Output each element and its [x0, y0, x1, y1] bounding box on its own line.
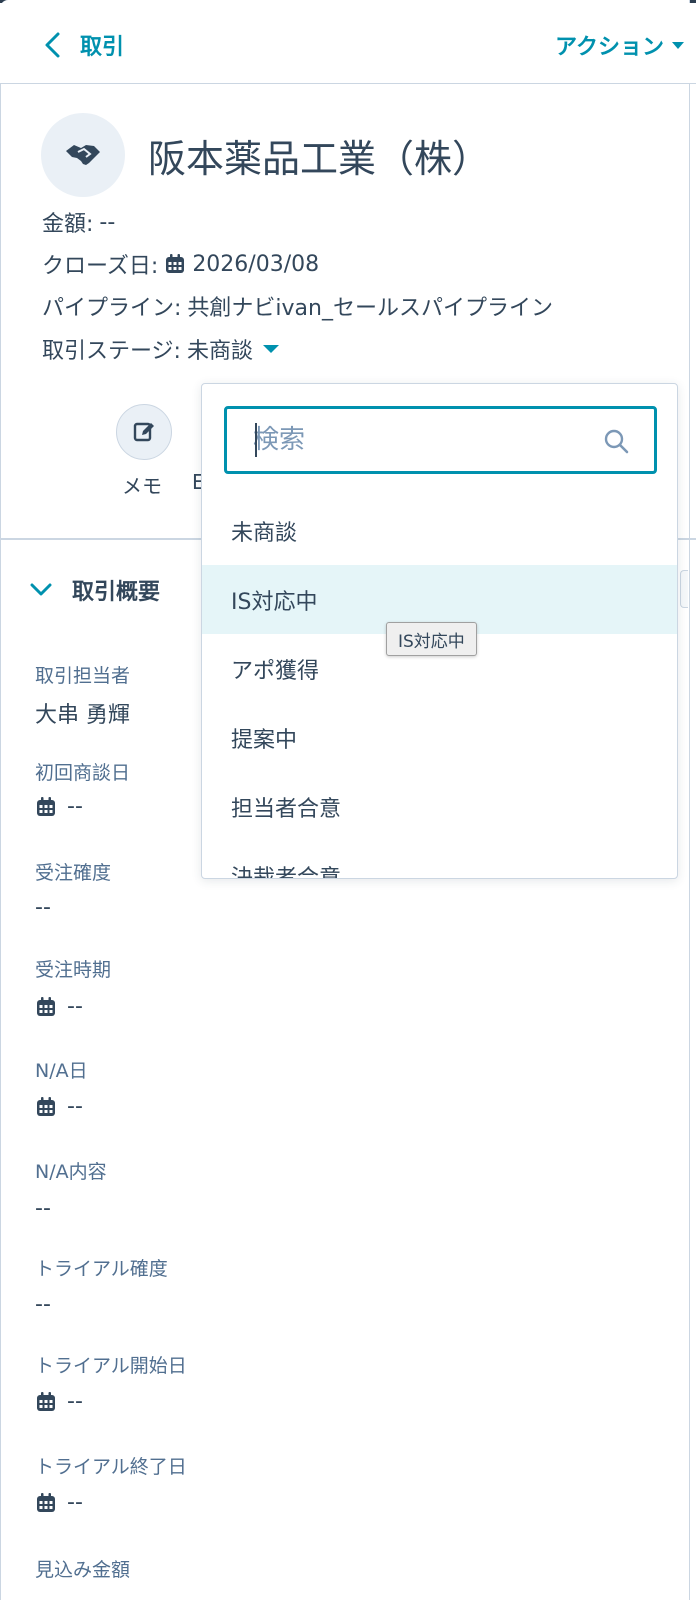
owner-value: 大串 勇輝: [35, 703, 130, 728]
option-tooltip: IS対応中: [386, 622, 477, 656]
pipeline-property: パイプライン: 共創ナビivan_セールスパイプライン: [42, 290, 553, 322]
field-value-owner[interactable]: 大串 勇輝: [35, 697, 130, 729]
stage-option[interactable]: 決裁者合意: [202, 841, 677, 879]
field-label-first-meeting: 初回商談日: [35, 762, 131, 784]
field-label-win-probability: 受注確度: [35, 862, 112, 884]
section-action-button-edge[interactable]: [680, 570, 688, 608]
calendar-icon: [37, 1391, 55, 1411]
memo-label: メモ: [122, 474, 162, 498]
field-value-trial-start[interactable]: --: [35, 1389, 83, 1414]
stage-label: 取引ステージ:: [42, 339, 181, 364]
pipeline-label: パイプライン:: [42, 296, 182, 321]
amount-value[interactable]: --: [99, 210, 115, 235]
calendar-icon: [37, 1492, 55, 1512]
stage-search-input[interactable]: [227, 415, 587, 465]
na-date-value: --: [67, 1094, 83, 1119]
record-title: 阪本薬品工業（株）: [148, 137, 491, 181]
edit-note-icon: [133, 422, 154, 442]
calendar-icon: [37, 1096, 55, 1116]
stage-options-list: 未商談 IS対応中 アポ獲得 提案中 担当者合意 決裁者合意: [202, 496, 677, 879]
field-value-first-meeting[interactable]: --: [35, 794, 83, 819]
win-probability-value: --: [35, 895, 51, 920]
trial-start-value: --: [67, 1389, 83, 1414]
chevron-left-icon: [45, 32, 60, 58]
stage-value[interactable]: 未商談: [187, 333, 253, 365]
field-label-owner: 取引担当者: [35, 665, 131, 687]
section-title: 取引概要: [72, 580, 161, 605]
win-period-value: --: [67, 994, 83, 1019]
close-date-label: クローズ日:: [42, 254, 159, 279]
actions-menu-button[interactable]: アクション: [555, 25, 684, 65]
caret-down-icon: [672, 41, 684, 49]
field-label-trial-probability: トライアル確度: [35, 1258, 168, 1280]
close-date-value[interactable]: 2026/03/08: [192, 252, 319, 277]
field-label-na-date: N/A日: [35, 1060, 88, 1082]
chevron-down-icon: [30, 583, 52, 596]
text-cursor: [255, 423, 257, 457]
stage-search-box[interactable]: [224, 406, 657, 474]
panel-header: 取引 アクション: [0, 3, 696, 84]
back-to-deals-link[interactable]: 取引: [42, 25, 124, 65]
field-label-win-period: 受注時期: [35, 959, 112, 981]
calendar-icon: [166, 254, 185, 273]
field-value-na-content[interactable]: --: [35, 1196, 51, 1221]
stage-caret-down-icon[interactable]: [263, 345, 279, 353]
field-value-na-date[interactable]: --: [35, 1094, 83, 1119]
trial-probability-value: --: [35, 1292, 51, 1317]
pipeline-value[interactable]: 共創ナビivan_セールスパイプライン: [187, 290, 553, 322]
field-label-na-content: N/A内容: [35, 1161, 107, 1183]
memo-button[interactable]: [116, 404, 172, 460]
calendar-icon: [37, 796, 55, 816]
stage-property: 取引ステージ: 未商談: [42, 333, 279, 365]
actions-label: アクション: [555, 35, 664, 60]
field-label-expected-amount: 見込み金額: [35, 1559, 131, 1581]
stage-option[interactable]: 未商談: [202, 496, 677, 565]
handshake-icon: [66, 145, 100, 165]
field-value-trial-end[interactable]: --: [35, 1490, 83, 1515]
amount-label: 金額:: [42, 212, 94, 237]
field-label-trial-end: トライアル終了日: [35, 1456, 187, 1478]
calendar-icon: [37, 996, 55, 1016]
deal-avatar: [41, 113, 125, 197]
close-date-property: クローズ日: 2026/03/08: [42, 248, 319, 280]
field-value-win-period[interactable]: --: [35, 994, 83, 1019]
trial-end-value: --: [67, 1490, 83, 1515]
stage-option[interactable]: 提案中: [202, 703, 677, 772]
field-value-win-probability[interactable]: --: [35, 895, 51, 920]
first-meeting-value: --: [67, 794, 83, 819]
field-value-trial-probability[interactable]: --: [35, 1292, 51, 1317]
amount-property: 金額: --: [42, 206, 115, 238]
stage-option[interactable]: 担当者合意: [202, 772, 677, 841]
back-label: 取引: [80, 35, 125, 60]
field-label-trial-start: トライアル開始日: [35, 1355, 187, 1377]
search-icon: [604, 429, 629, 454]
na-content-value: --: [35, 1196, 51, 1221]
deal-summary-toggle[interactable]: 取引概要: [30, 574, 160, 606]
